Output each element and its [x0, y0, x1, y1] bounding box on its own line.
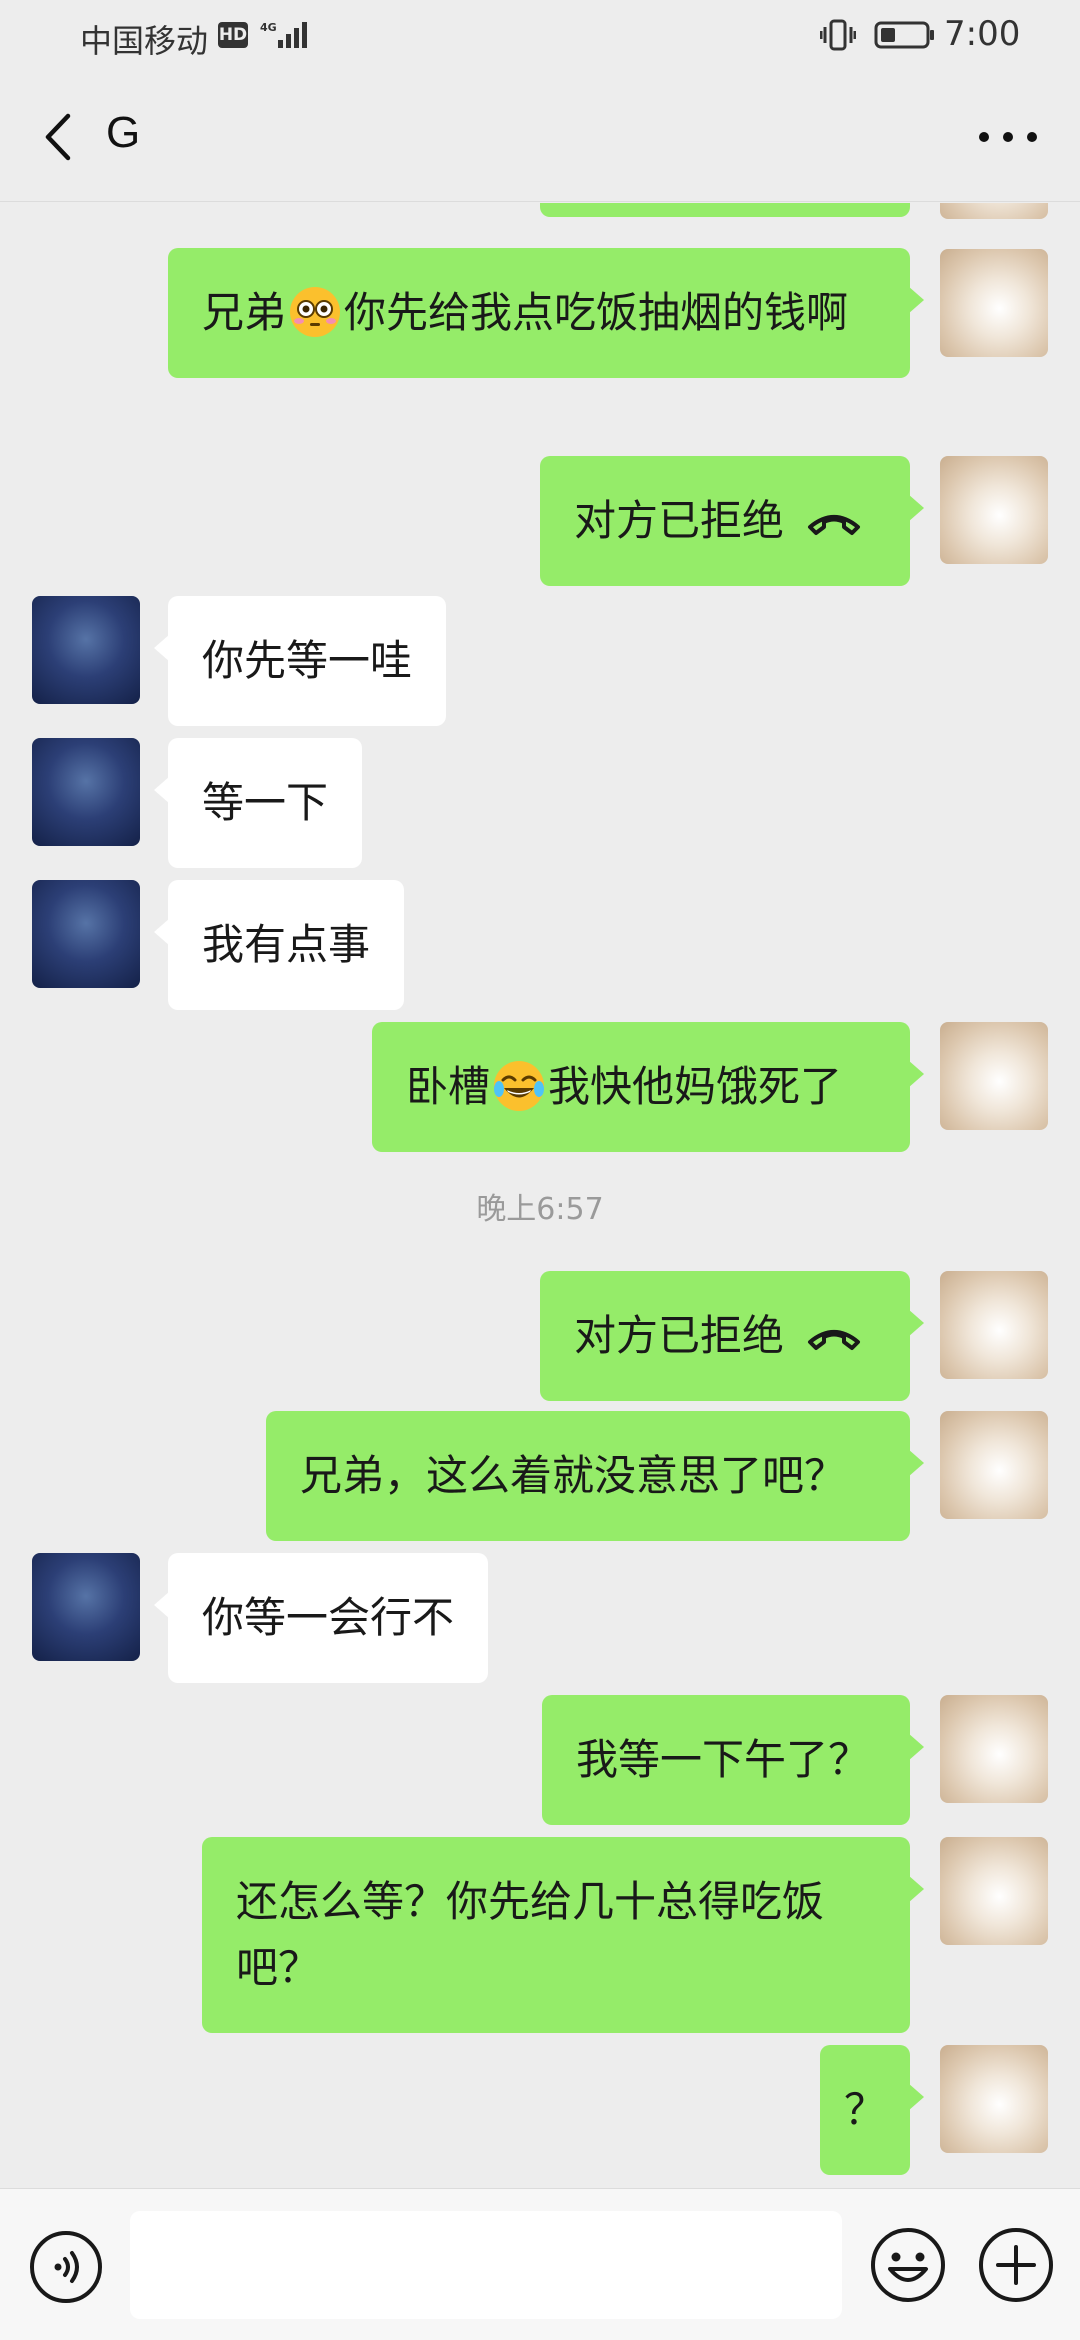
- chevron-left-icon: [45, 113, 71, 161]
- message-text-continued: 你先给我点吃饭抽烟的钱啊: [344, 288, 849, 337]
- message-text: 兄弟: [202, 288, 287, 337]
- message-bubble-outgoing[interactable]: 还怎么等？你先给几十总得吃饭吧？: [202, 1837, 924, 2033]
- message-bubble-outgoing[interactable]: 卧槽 我快他妈饿死了: [372, 1022, 924, 1152]
- call-declined-bubble[interactable]: 对方已拒绝: [540, 1271, 924, 1401]
- chat-header: G: [0, 72, 1080, 202]
- friend-avatar[interactable]: [32, 596, 140, 704]
- tears-of-joy-emoji: [494, 1061, 545, 1111]
- self-avatar[interactable]: [940, 1411, 1048, 1519]
- message-bubble-incoming[interactable]: 我有点事: [153, 880, 405, 1010]
- friend-avatar[interactable]: [32, 880, 140, 988]
- self-avatar[interactable]: [940, 1837, 1048, 1945]
- message-timestamp: 晚上6:57: [476, 1192, 604, 1227]
- status-bar: 中国移动 HD 4G 7:00: [0, 0, 1080, 72]
- status-time: 7:00: [944, 14, 1021, 54]
- self-avatar[interactable]: [940, 1022, 1048, 1130]
- message-text: 你等一会行不: [202, 1593, 455, 1642]
- message-text: 兄弟，这么着就没意思了吧？: [300, 1451, 847, 1500]
- more-options-button[interactable]: [968, 112, 1048, 162]
- add-more-button[interactable]: [976, 2225, 1056, 2305]
- self-avatar[interactable]: [940, 1695, 1048, 1803]
- self-avatar[interactable]: [940, 456, 1048, 564]
- message-text: 还怎么等？你先给几十总得吃饭吧？: [236, 1877, 825, 1992]
- chat-title: G: [106, 108, 141, 157]
- self-avatar[interactable]: [940, 203, 1048, 219]
- message-text: 我有点事: [202, 920, 371, 969]
- voice-input-button[interactable]: [28, 2229, 104, 2305]
- message-text: 对方已拒绝: [574, 1311, 785, 1360]
- self-avatar[interactable]: [940, 2045, 1048, 2153]
- message-bubble-incoming[interactable]: 你等一会行不: [153, 1553, 489, 1683]
- emoji-button[interactable]: [868, 2225, 948, 2305]
- signal-icon: 4G: [260, 21, 307, 48]
- message-bubble-partial[interactable]: [540, 203, 910, 217]
- message-text: ？: [843, 2085, 886, 2134]
- message-text-continued: 我快他妈饿死了: [548, 1062, 843, 1111]
- self-avatar[interactable]: [940, 249, 1048, 357]
- message-text: 对方已拒绝: [574, 496, 785, 545]
- flushed-face-emoji: [290, 287, 341, 337]
- message-text: 我等一下午了？: [576, 1735, 871, 1784]
- message-input[interactable]: [130, 2211, 842, 2319]
- message-bubble-outgoing[interactable]: 我等一下午了？: [542, 1695, 924, 1825]
- self-avatar[interactable]: [940, 1271, 1048, 1379]
- vibrate-icon: [820, 19, 856, 51]
- message-bubble-outgoing[interactable]: 兄弟，这么着就没意思了吧？: [266, 1411, 924, 1541]
- battery-icon: [874, 21, 934, 49]
- message-text: 等一下: [202, 778, 329, 827]
- network-type: 4G: [260, 21, 277, 34]
- hd-badge: HD: [218, 22, 248, 48]
- message-text: 卧槽: [406, 1062, 491, 1111]
- message-text: 你先等一哇: [202, 636, 413, 685]
- message-bubble-outgoing[interactable]: ？: [820, 2045, 924, 2175]
- phone-hangup-icon: [808, 515, 861, 535]
- message-input-bar: [0, 2188, 1080, 2340]
- message-bubble-incoming[interactable]: 你先等一哇: [153, 596, 447, 726]
- message-bubble-outgoing[interactable]: 兄弟 你先给我点吃饭抽烟的钱啊: [168, 248, 924, 378]
- carrier-name: 中国移动: [80, 22, 209, 60]
- friend-avatar[interactable]: [32, 738, 140, 846]
- back-button[interactable]: [28, 102, 92, 172]
- chat-message-list[interactable]: 兄弟 你先给我点吃饭抽烟的钱啊 对方已拒绝 你先等一哇 等一下 我有点事 卧槽: [0, 203, 1080, 2187]
- phone-hangup-icon: [808, 1330, 861, 1350]
- friend-avatar[interactable]: [32, 1553, 140, 1661]
- call-declined-bubble[interactable]: 对方已拒绝: [540, 456, 924, 586]
- message-bubble-incoming[interactable]: 等一下: [153, 738, 363, 868]
